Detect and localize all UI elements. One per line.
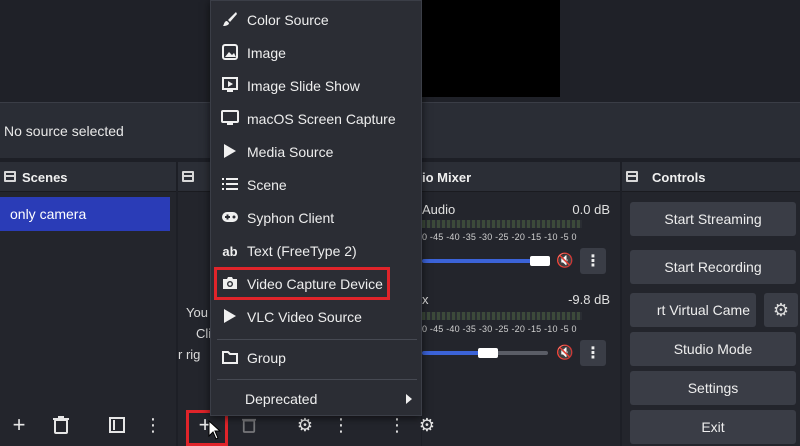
menu-item-label: Scene xyxy=(247,177,287,193)
volume-slider[interactable] xyxy=(422,351,484,355)
menu-item-vlc-video-source[interactable]: VLC Video Source xyxy=(217,303,415,331)
play-icon xyxy=(219,143,241,162)
start-recording-button[interactable]: Start Recording xyxy=(630,250,796,284)
folder-icon xyxy=(219,350,241,367)
scenes-dock: Scenes only camera + ⋮ xyxy=(0,162,176,446)
volume-slider-knob[interactable] xyxy=(530,256,550,266)
slideshow-icon xyxy=(219,76,241,96)
menu-item-label: macOS Screen Capture xyxy=(247,111,396,127)
audio-meter xyxy=(422,220,582,228)
mute-speaker-icon[interactable]: 🔇 xyxy=(556,252,573,269)
audio-meter xyxy=(422,312,582,320)
no-source-label: No source selected xyxy=(4,123,124,139)
scenes-dock-header: Scenes xyxy=(0,162,176,192)
play-icon xyxy=(219,308,241,327)
menu-item-label: VLC Video Source xyxy=(247,309,362,325)
controls-dock: Controls Start Streaming Start Recording… xyxy=(622,162,800,446)
gamepad-icon xyxy=(219,210,241,226)
mixer-dock-header: io Mixer xyxy=(422,162,620,192)
menu-item-label: Group xyxy=(247,350,286,366)
dock-icon xyxy=(4,171,16,182)
menu-item-label: Syphon Client xyxy=(247,210,335,226)
mute-speaker-icon[interactable]: 🔇 xyxy=(556,344,573,361)
add-source-menu: Color Source Image Image Slide Show macO… xyxy=(210,0,422,416)
scenes-title: Scenes xyxy=(22,170,68,185)
add-scene-icon[interactable]: + xyxy=(4,410,34,440)
settings-button[interactable]: Settings xyxy=(630,371,796,405)
list-icon xyxy=(219,177,241,194)
preview-canvas xyxy=(421,0,560,97)
mixer-channel-name: x xyxy=(422,292,429,307)
menu-item-deprecated[interactable]: Deprecated xyxy=(217,385,415,413)
dock-icon xyxy=(626,171,638,182)
menu-item-image-slide-show[interactable]: Image Slide Show xyxy=(217,72,415,100)
hint-line-2: Cli xyxy=(196,326,212,341)
volume-slider[interactable] xyxy=(422,259,542,263)
mixer-title: io Mixer xyxy=(422,170,472,185)
menu-item-syphon-client[interactable]: Syphon Client xyxy=(217,204,415,232)
menu-item-group[interactable]: Group xyxy=(217,344,415,372)
submenu-arrow-icon xyxy=(405,392,413,408)
menu-item-media-source[interactable]: Media Source xyxy=(217,138,415,166)
audio-mixer-dock: io Mixer Audio 0.0 dB 0 -45 -40 -35 -30 … xyxy=(388,162,620,446)
menu-item-text-freetype[interactable]: ab Text (FreeType 2) xyxy=(217,237,415,265)
menu-separator xyxy=(217,379,417,380)
menu-item-label: Image Slide Show xyxy=(247,78,360,94)
start-streaming-button[interactable]: Start Streaming xyxy=(630,202,796,236)
virtual-camera-gear-icon[interactable]: ⚙ xyxy=(764,293,798,327)
brush-icon xyxy=(219,11,241,30)
controls-title: Controls xyxy=(652,170,706,185)
channel-more-icon[interactable]: ⋮ xyxy=(580,340,606,366)
scene-filter-icon[interactable] xyxy=(102,410,132,440)
hint-line-3: r rig xyxy=(178,347,201,362)
text-ab-icon: ab xyxy=(222,243,238,259)
start-virtual-camera-button[interactable]: rt Virtual Came xyxy=(630,293,756,327)
meter-scale: 0 -45 -40 -35 -30 -25 -20 -15 -10 -5 0 xyxy=(422,324,577,334)
menu-item-scene[interactable]: Scene xyxy=(217,171,415,199)
meter-scale: 0 -45 -40 -35 -30 -25 -20 -15 -10 -5 0 xyxy=(422,232,577,242)
exit-button[interactable]: Exit xyxy=(630,410,796,444)
dock-icon xyxy=(182,171,194,182)
menu-item-label: Text (FreeType 2) xyxy=(247,243,357,259)
menu-item-macos-screen-capture[interactable]: macOS Screen Capture xyxy=(217,105,415,133)
menu-item-label: Media Source xyxy=(247,144,334,160)
mixer-channel-db: -9.8 dB xyxy=(568,292,610,307)
mouse-cursor-icon xyxy=(208,419,222,445)
menu-item-label: Color Source xyxy=(247,12,329,28)
channel-more-icon[interactable]: ⋮ xyxy=(580,248,606,274)
studio-mode-button[interactable]: Studio Mode xyxy=(630,332,796,366)
menu-item-label: Image xyxy=(247,45,286,61)
controls-dock-header: Controls xyxy=(622,162,800,192)
monitor-icon xyxy=(219,109,241,129)
mixer-channel-name: Audio xyxy=(422,202,456,217)
menu-separator xyxy=(217,339,417,340)
mixer-channel-db: 0.0 dB xyxy=(572,202,610,217)
volume-slider-knob[interactable] xyxy=(478,348,498,358)
menu-item-label: Deprecated xyxy=(245,391,318,407)
menu-item-color-source[interactable]: Color Source xyxy=(217,6,415,34)
video-capture-highlight xyxy=(214,267,390,300)
remove-scene-icon[interactable] xyxy=(46,410,76,440)
hint-line-1: You xyxy=(186,305,208,320)
menu-item-image[interactable]: Image xyxy=(217,39,415,67)
sources-empty-hint: You Cli r rig xyxy=(178,302,211,365)
scene-item-only-camera[interactable]: only camera xyxy=(0,197,170,231)
image-icon xyxy=(219,43,241,63)
scene-more-icon[interactable]: ⋮ xyxy=(138,410,168,440)
